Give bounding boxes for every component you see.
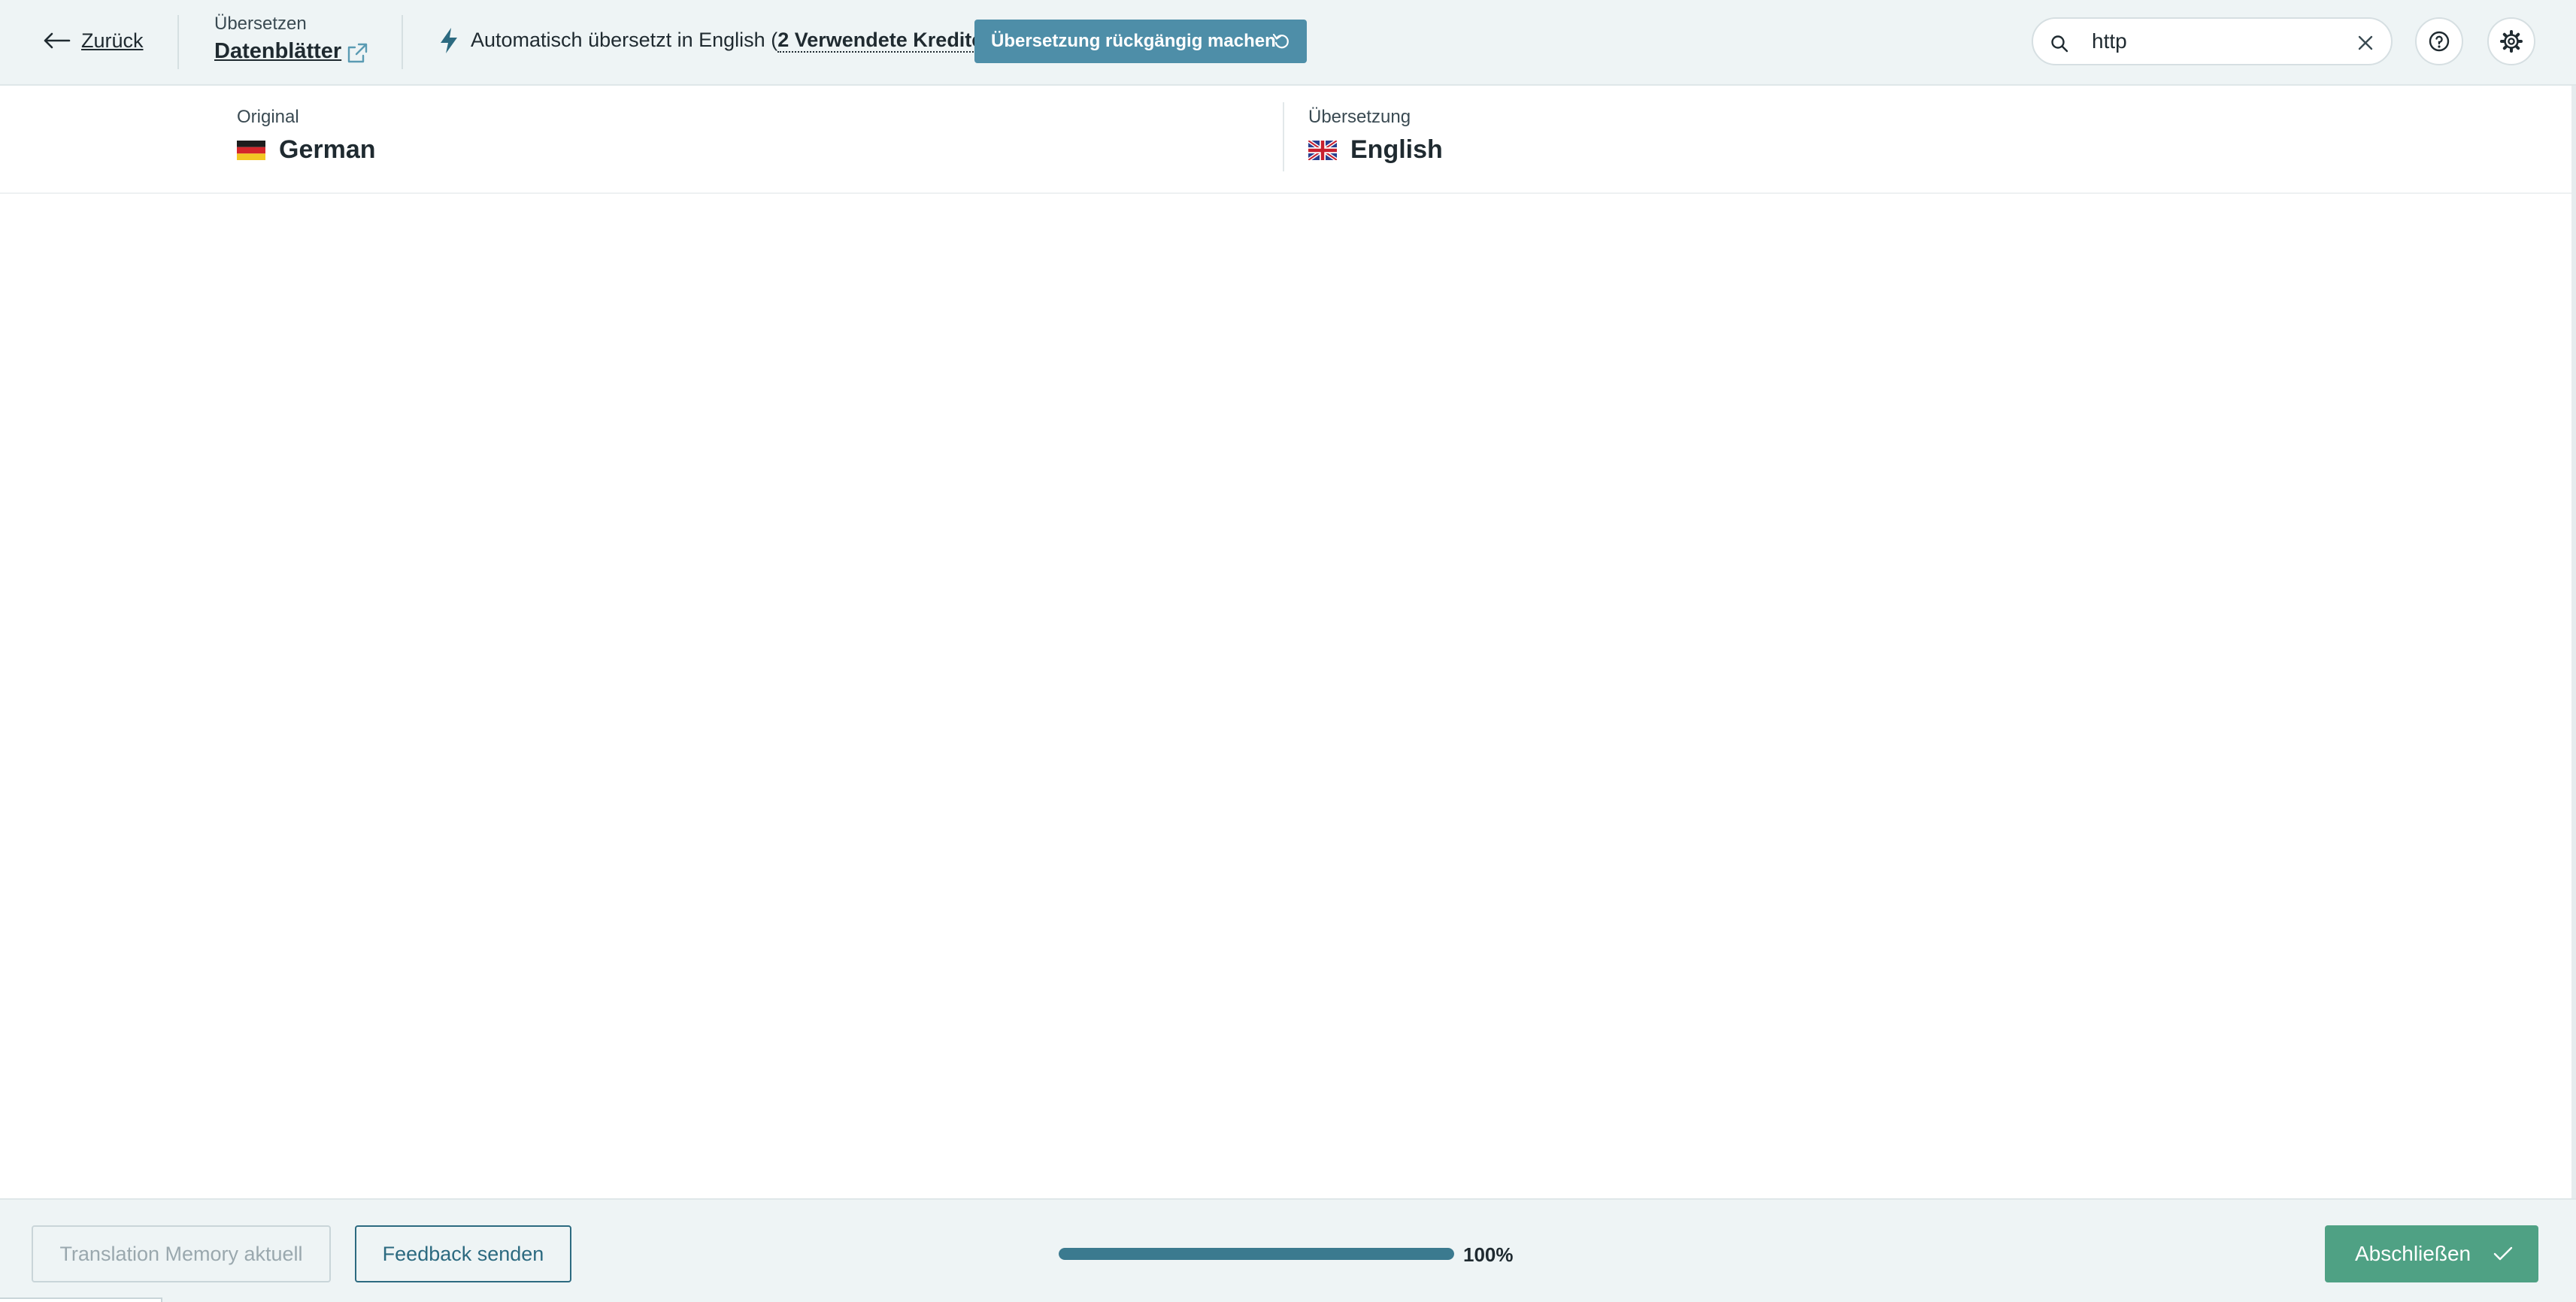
check-icon bbox=[2493, 1246, 2513, 1261]
progress-percent: 100% bbox=[1463, 1243, 1514, 1266]
target-language-label: Übersetzung bbox=[1308, 107, 1411, 127]
send-feedback-button[interactable]: Feedback senden bbox=[355, 1225, 571, 1282]
undo-icon bbox=[1272, 33, 1289, 49]
source-language-name-row: German bbox=[237, 135, 376, 165]
search-input[interactable] bbox=[2092, 26, 2340, 56]
auto-translate-status: Automatisch übersetzt in English (2 Verw… bbox=[471, 29, 989, 53]
progress-fill bbox=[1059, 1248, 1454, 1260]
uk-flag-icon bbox=[1308, 140, 1337, 160]
finish-label: Abschließen bbox=[2355, 1242, 2471, 1265]
divider bbox=[177, 15, 179, 69]
undo-translation-label: Übersetzung rückgängig machen bbox=[991, 31, 1276, 51]
top-bar: Zurück Übersetzen Datenblätter Automatis… bbox=[0, 0, 2576, 86]
search-icon bbox=[2051, 35, 2068, 53]
help-icon bbox=[2429, 31, 2450, 52]
german-flag-icon bbox=[237, 140, 265, 160]
back-label: Zurück bbox=[81, 29, 144, 52]
external-link-icon[interactable] bbox=[346, 42, 368, 65]
target-language-name: English bbox=[1350, 135, 1443, 164]
settings-button[interactable] bbox=[2487, 17, 2535, 65]
footer-bar: Translation Memory aktuell Feedback send… bbox=[0, 1198, 2576, 1302]
column-divider bbox=[1283, 102, 1284, 171]
target-language-name-row: English bbox=[1308, 135, 1443, 165]
lightning-icon bbox=[441, 28, 457, 53]
breadcrumb-title-link[interactable]: Datenblätter bbox=[214, 39, 341, 64]
breadcrumb-section: Übersetzen bbox=[214, 14, 307, 34]
help-button[interactable] bbox=[2415, 17, 2463, 65]
progress-bar bbox=[1059, 1248, 1454, 1260]
translation-memory-button: Translation Memory aktuell bbox=[32, 1225, 331, 1282]
gear-icon bbox=[2500, 30, 2523, 53]
undo-translation-button[interactable]: Übersetzung rückgängig machen bbox=[974, 20, 1307, 63]
source-language-label: Original bbox=[237, 107, 299, 127]
divider bbox=[402, 15, 403, 69]
credits-used-link[interactable]: 2 Verwendete Kredite bbox=[777, 29, 983, 53]
language-header: Original German Übersetzung English bbox=[0, 86, 2576, 194]
finish-button[interactable]: Abschließen bbox=[2325, 1225, 2538, 1282]
search-field[interactable] bbox=[2032, 17, 2393, 65]
back-button[interactable]: Zurück bbox=[42, 26, 144, 56]
scrollbar-track[interactable] bbox=[2571, 86, 2576, 1198]
bottom-tab[interactable] bbox=[0, 1297, 162, 1302]
auto-translate-prefix: Automatisch übersetzt in English ( bbox=[471, 29, 778, 51]
translation-editor bbox=[0, 194, 2576, 1198]
arrow-left-icon bbox=[44, 32, 71, 49]
app-root: Zurück Übersetzen Datenblätter Automatis… bbox=[0, 0, 2576, 1302]
close-icon[interactable] bbox=[2356, 34, 2374, 52]
source-language-name: German bbox=[279, 135, 376, 164]
